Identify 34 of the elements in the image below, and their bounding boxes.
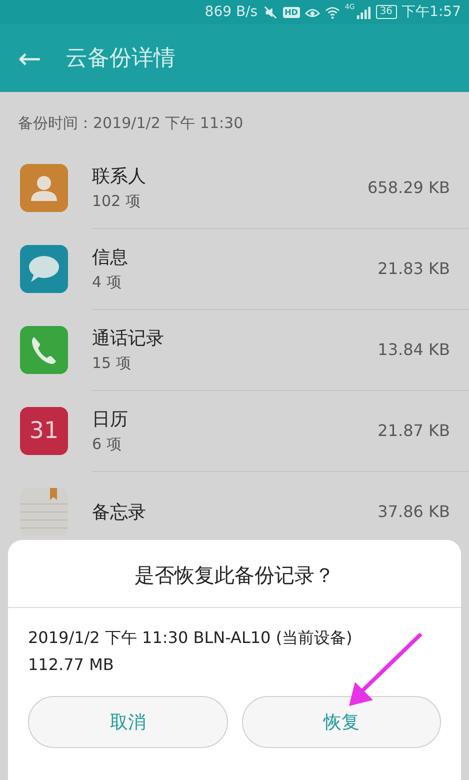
backup-size: 112.77 MB xyxy=(28,655,115,674)
item-size: 658.29 KB xyxy=(367,178,450,196)
backup-detail: 2019/1/2 下午 11:30 BLN-AL10 (当前设备) xyxy=(28,628,354,649)
item-name: 通话记录 xyxy=(92,326,164,350)
mute-icon xyxy=(262,4,278,20)
item-size: 37.86 KB xyxy=(378,502,450,521)
signal-icon xyxy=(356,4,371,20)
item-count: 15 项 xyxy=(92,354,132,372)
network-speed: 869 B/s xyxy=(204,4,258,20)
item-name: 信息 xyxy=(92,246,128,268)
contact-icon xyxy=(20,164,68,212)
calendar-icon: 31 xyxy=(20,406,68,454)
item-name: 日历 xyxy=(92,408,128,430)
restore-button[interactable]: 恢复 xyxy=(242,696,441,748)
item-size: 21.87 KB xyxy=(378,420,450,440)
item-size: 13.84 KB xyxy=(378,340,450,358)
clock: 下午1:57 xyxy=(402,3,461,21)
item-name: 联系人 xyxy=(92,164,146,188)
backup-time: 备份时间：2019/1/2 下午 11:30 xyxy=(18,113,244,134)
item-count: 6 项 xyxy=(92,434,122,454)
dialog-title: 是否恢复此备份记录？ xyxy=(8,540,461,608)
item-name: 备忘录 xyxy=(92,500,146,524)
page-title: 云备份详情 xyxy=(65,45,176,73)
battery-indicator: 36 xyxy=(376,5,397,19)
item-count: 102 项 xyxy=(92,192,142,210)
cancel-button[interactable]: 取消 xyxy=(28,696,228,748)
item-size: 21.83 KB xyxy=(378,258,450,278)
notepad-icon xyxy=(20,488,68,536)
message-icon xyxy=(20,244,68,292)
hd-badge: HD xyxy=(282,6,300,18)
wifi-icon xyxy=(324,4,340,20)
back-button[interactable]: ← xyxy=(0,42,60,74)
item-count: 4 项 xyxy=(92,272,122,292)
phone-icon xyxy=(20,326,68,374)
